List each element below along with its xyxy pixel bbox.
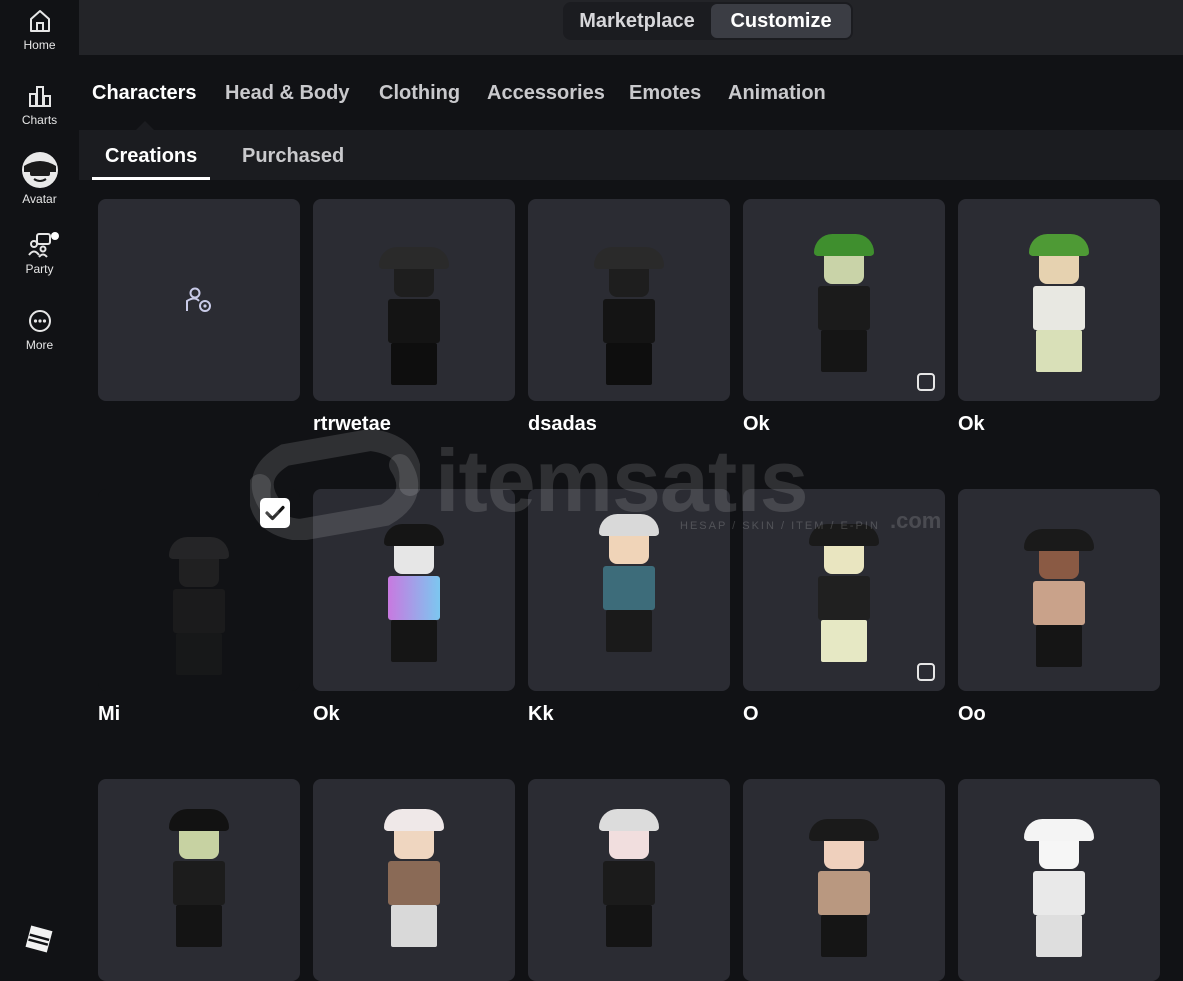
- nav-home[interactable]: Home: [0, 8, 79, 52]
- character-card[interactable]: [98, 779, 300, 981]
- character-name: O: [743, 703, 759, 725]
- active-subtab-underline: [92, 177, 210, 180]
- character-thumbnail: [384, 524, 444, 662]
- character-card[interactable]: [743, 779, 945, 981]
- character-name: dsadas: [528, 413, 597, 435]
- selected-checkbox[interactable]: [260, 498, 290, 528]
- character-thumbnail: [599, 514, 659, 652]
- tab-head-body[interactable]: Head & Body: [225, 82, 349, 105]
- category-tabs: Characters Head & Body Clothing Accessor…: [79, 55, 1183, 130]
- create-character-card[interactable]: [98, 199, 300, 401]
- character-thumbnail: [814, 234, 874, 372]
- charts-icon: [28, 86, 51, 107]
- character-name: Oo: [958, 703, 986, 725]
- character-card[interactable]: [313, 779, 515, 981]
- character-card[interactable]: [958, 779, 1160, 981]
- nav-more[interactable]: More: [0, 308, 79, 352]
- emote-icon: [917, 373, 935, 391]
- nav-more-label: More: [25, 338, 54, 352]
- character-thumbnail: [594, 247, 664, 385]
- tab-emotes[interactable]: Emotes: [629, 82, 701, 105]
- nav-avatar[interactable]: Avatar: [0, 152, 79, 206]
- nav-party[interactable]: Party: [0, 232, 79, 276]
- emote-icon: [917, 663, 935, 681]
- roblox-logo-icon[interactable]: [25, 925, 53, 953]
- character-name: Ok: [313, 703, 340, 725]
- character-thumbnail: [379, 247, 449, 385]
- character-name: Kk: [528, 703, 554, 725]
- tab-clothing[interactable]: Clothing: [379, 82, 460, 105]
- nav-home-label: Home: [23, 38, 56, 52]
- create-character-icon: [186, 287, 211, 312]
- character-card[interactable]: [528, 489, 730, 691]
- character-card[interactable]: [313, 489, 515, 691]
- home-icon: [29, 10, 50, 32]
- nav-party-label: Party: [25, 262, 54, 276]
- party-icon: [27, 233, 51, 258]
- notification-dot: [51, 232, 59, 240]
- character-name: rtrwetae: [313, 413, 391, 435]
- character-card[interactable]: [528, 199, 730, 401]
- character-thumbnail: [1029, 234, 1089, 372]
- checkmark-icon: [265, 505, 285, 521]
- character-thumbnail: [384, 809, 444, 947]
- sub-tabs: Creations Purchased: [79, 130, 1183, 180]
- character-card[interactable]: [743, 199, 945, 401]
- character-thumbnail: [169, 809, 229, 947]
- active-tab-caret: [136, 121, 154, 130]
- character-card[interactable]: [958, 489, 1160, 691]
- tab-characters[interactable]: Characters: [92, 82, 197, 105]
- mode-segmented-control: Marketplace Customize: [563, 2, 853, 40]
- character-thumbnail: [809, 524, 879, 662]
- left-nav-rail: Home Charts Avatar Party More: [0, 0, 79, 974]
- tab-purchased[interactable]: Purchased: [242, 145, 344, 168]
- character-thumbnail: [1024, 529, 1094, 667]
- character-thumbnail: [599, 809, 659, 947]
- nav-charts-label: Charts: [21, 113, 58, 127]
- character-name: Ok: [743, 413, 770, 435]
- tab-animation[interactable]: Animation: [728, 82, 826, 105]
- character-name: Mi: [98, 703, 121, 725]
- tab-accessories[interactable]: Accessories: [487, 82, 605, 105]
- character-name: Ok: [958, 413, 985, 435]
- avatar-icon: [21, 152, 58, 188]
- tab-creations[interactable]: Creations: [105, 145, 197, 168]
- nav-avatar-label: Avatar: [22, 192, 57, 206]
- marketplace-tab[interactable]: Marketplace: [563, 4, 711, 38]
- top-bar: Marketplace Customize: [79, 0, 1183, 55]
- character-thumbnail: [809, 819, 879, 957]
- character-card[interactable]: [528, 779, 730, 981]
- character-thumbnail: [169, 537, 229, 675]
- nav-charts[interactable]: Charts: [0, 83, 79, 127]
- more-icon: [28, 310, 51, 332]
- character-card[interactable]: [743, 489, 945, 691]
- customize-tab[interactable]: Customize: [711, 4, 851, 38]
- character-card[interactable]: [958, 199, 1160, 401]
- character-thumbnail: [1024, 819, 1094, 957]
- character-card[interactable]: [313, 199, 515, 401]
